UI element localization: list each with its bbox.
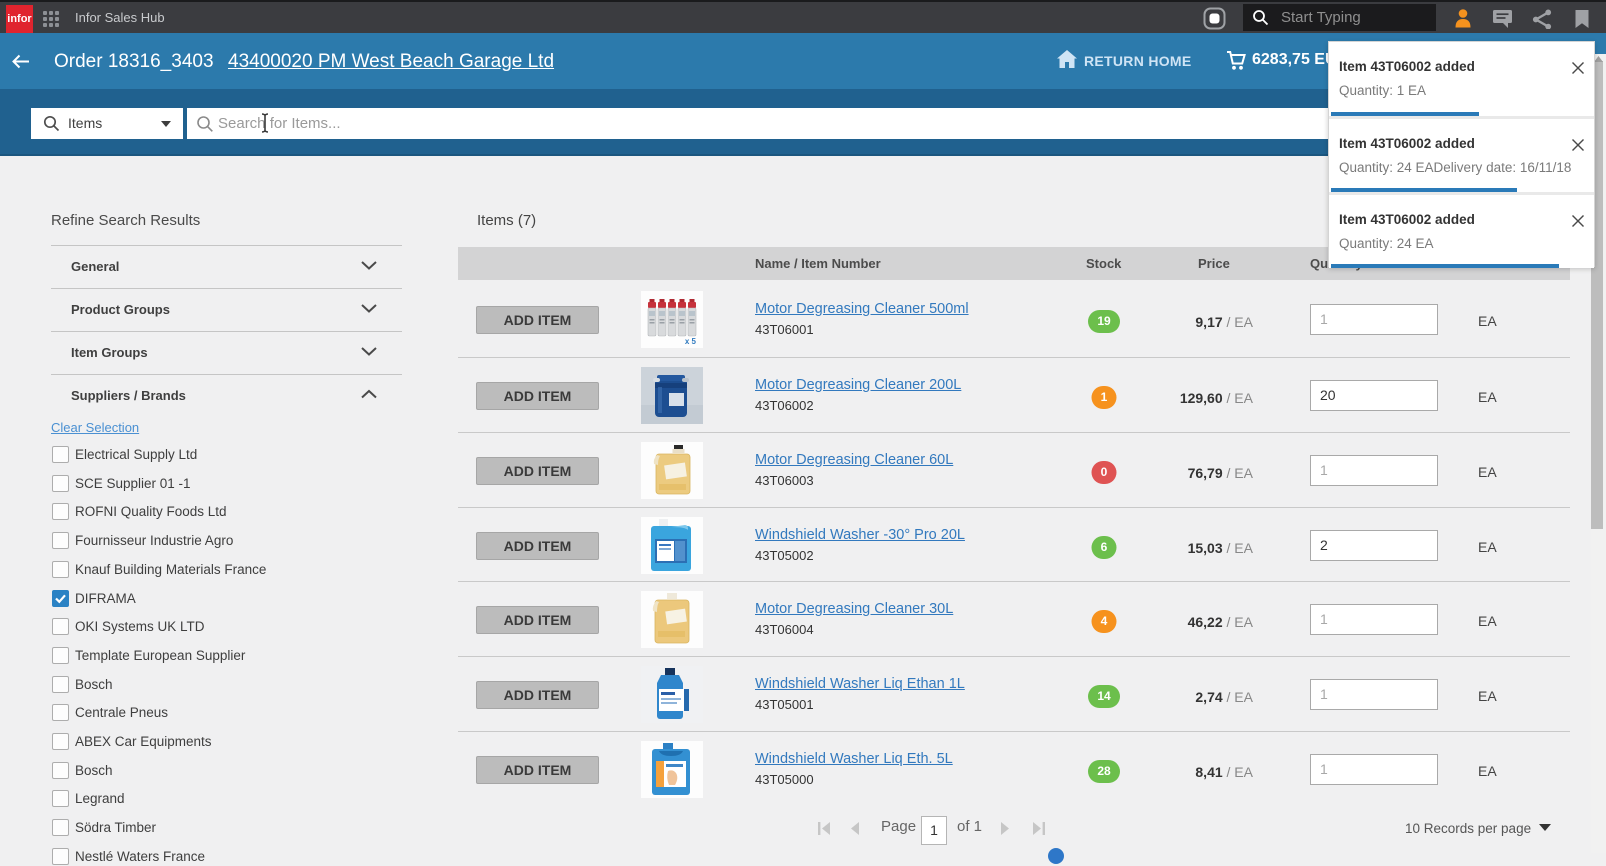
svg-text:x 5: x 5: [685, 337, 697, 346]
